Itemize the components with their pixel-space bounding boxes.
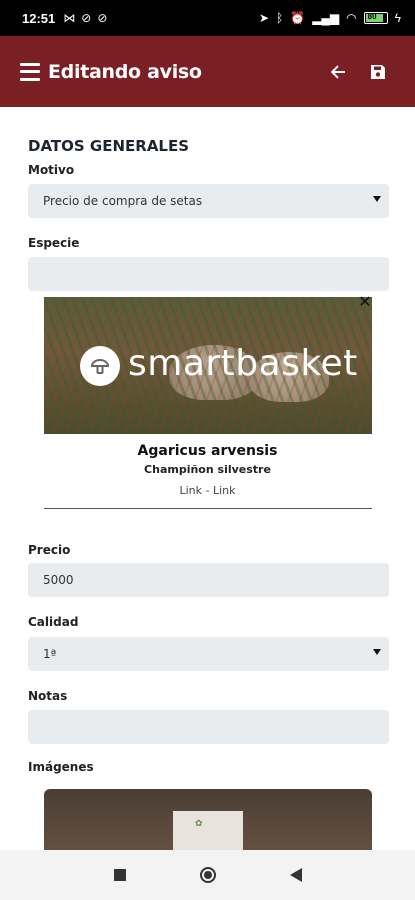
calidad-select[interactable]: 1ª (28, 637, 389, 671)
status-time: 12:51 (22, 10, 56, 26)
menu-icon[interactable] (20, 62, 40, 81)
precio-value: 5000 (43, 573, 74, 587)
motivo-select[interactable]: Precio de compra de setas (28, 184, 389, 218)
especie-label: Especie (28, 236, 80, 250)
smartbasket-logo-icon (80, 346, 120, 386)
document-logo-icon: ✿ (195, 819, 203, 829)
blocked-icon: ⊘ (81, 11, 92, 25)
charging-icon: ϟ (394, 11, 401, 25)
location-icon: ➤ (258, 11, 270, 25)
bluetooth-icon: ᛒ (276, 11, 284, 25)
section-title: DATOS GENERALES (28, 137, 190, 155)
home-icon[interactable] (194, 861, 222, 889)
species-links: Link - Link (0, 484, 415, 497)
app-bar: Editando aviso (0, 36, 415, 107)
species-scientific-name: Agaricus arvensis (137, 443, 278, 459)
alarm-icon: ⏰ (290, 11, 306, 25)
species-link-1[interactable]: Link (179, 484, 202, 497)
system-nav-bar (0, 850, 415, 900)
document-in-photo: ✿ (173, 811, 243, 850)
calidad-label: Calidad (28, 615, 79, 629)
species-link-2[interactable]: Link (213, 484, 236, 497)
status-notification-icons: ⋈ ⊘ ⊘ (63, 11, 107, 25)
form-content: DATOS GENERALES Motivo Precio de compra … (0, 107, 415, 850)
precio-input[interactable]: 5000 (28, 563, 389, 597)
species-banner-image: smartbasket (44, 297, 372, 434)
image-thumbnail[interactable]: ✿ (44, 789, 372, 850)
wifi-icon: ◠ (346, 11, 357, 25)
divider (44, 508, 372, 509)
imagenes-label: Imágenes (28, 760, 94, 774)
notification-icon: ⋈ (63, 11, 76, 25)
precio-label: Precio (28, 543, 71, 557)
chevron-down-icon (373, 196, 381, 202)
species-common-name: Champiñon silvestre (144, 463, 271, 476)
signal-icon: ▂▄▆ (312, 11, 340, 25)
motivo-value: Precio de compra de setas (43, 194, 203, 208)
recents-icon[interactable] (106, 861, 134, 889)
page-title: Editando aviso (48, 60, 202, 83)
battery-icon: 80 (363, 12, 388, 24)
calidad-value: 1ª (43, 647, 57, 661)
close-icon[interactable]: ✕ (357, 295, 373, 311)
motivo-label: Motivo (28, 163, 75, 177)
smartbasket-logo-text: smartbasket (128, 343, 358, 384)
blocked-icon-2: ⊘ (97, 11, 108, 25)
back-arrow-icon[interactable] (321, 55, 355, 89)
notas-input[interactable] (28, 710, 389, 744)
especie-input[interactable] (28, 257, 389, 291)
status-bar: 12:51 ⋈ ⊘ ⊘ ➤ ᛒ ⏰ ▂▄▆ ◠ 80 ϟ (0, 0, 415, 36)
notas-label: Notas (28, 689, 68, 703)
back-triangle-icon[interactable] (282, 861, 310, 889)
status-system-icons: ➤ ᛒ ⏰ ▂▄▆ ◠ 80 ϟ (259, 11, 401, 25)
link-separator: - (202, 484, 213, 497)
save-icon[interactable] (361, 55, 395, 89)
chevron-down-icon (373, 649, 381, 655)
